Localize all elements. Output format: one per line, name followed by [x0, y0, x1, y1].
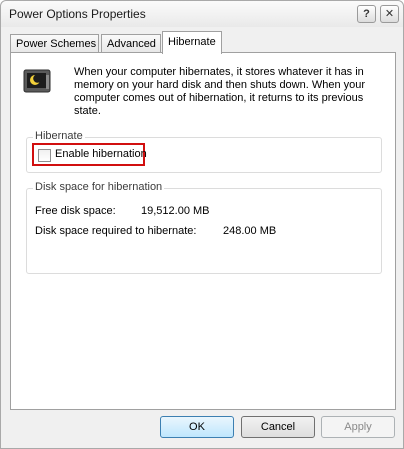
disk-space-group: Disk space for hibernation Free disk spa…	[26, 181, 382, 274]
free-disk-space-label: Free disk space:	[35, 205, 116, 217]
tab-power-schemes[interactable]: Power Schemes	[10, 34, 99, 53]
tab-advanced[interactable]: Advanced	[101, 34, 161, 53]
title-bar: Power Options Properties ? ✕	[1, 1, 403, 27]
required-disk-space-value: 248.00 MB	[223, 225, 277, 237]
enable-hibernation-checkbox[interactable]	[38, 149, 51, 162]
hibernate-panel: When your computer hibernates, it stores…	[10, 52, 396, 410]
window-title: Power Options Properties	[9, 7, 146, 21]
cancel-button[interactable]: Cancel	[241, 416, 315, 438]
free-disk-space-value: 19,512.00 MB	[141, 205, 210, 217]
hibernate-group-title: Hibernate	[33, 130, 85, 142]
enable-hibernation-label[interactable]: Enable hibernation	[55, 148, 147, 160]
power-options-window: Power Options Properties ? ✕ Power Schem…	[0, 0, 404, 449]
highlight-box: Enable hibernation	[32, 143, 147, 166]
hibernate-description: When your computer hibernates, it stores…	[74, 66, 366, 117]
monitor-moon-icon	[23, 67, 53, 97]
close-button[interactable]: ✕	[380, 5, 399, 23]
apply-button[interactable]: Apply	[321, 416, 395, 438]
disk-space-group-title: Disk space for hibernation	[33, 181, 165, 193]
required-disk-space-label: Disk space required to hibernate:	[35, 225, 197, 237]
ok-button[interactable]: OK	[160, 416, 234, 438]
hibernate-group: Hibernate Enable hibernation	[26, 130, 382, 173]
tab-hibernate[interactable]: Hibernate	[162, 31, 222, 54]
help-button[interactable]: ?	[357, 5, 376, 23]
